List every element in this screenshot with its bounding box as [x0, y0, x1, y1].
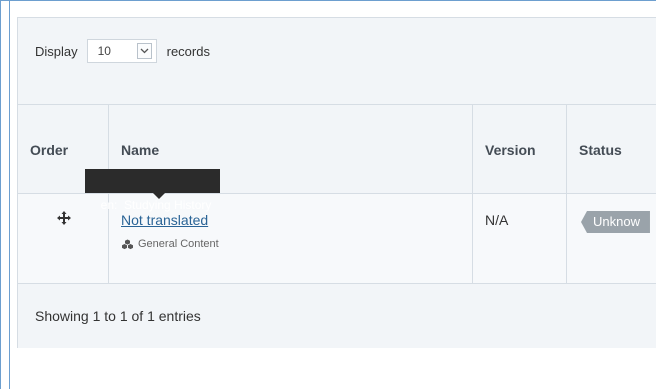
frame-divider — [9, 0, 10, 389]
column-divider — [566, 105, 567, 193]
content-type: General Content — [121, 238, 219, 250]
move-arrows-icon[interactable] — [56, 210, 72, 226]
header-status[interactable]: Status — [579, 142, 622, 158]
page-length-control: Display 10 records — [35, 39, 210, 63]
cubes-icon — [122, 239, 133, 249]
tooltip-text: en: Studying History — [100, 198, 212, 212]
records-per-page-value: 10 — [97, 44, 111, 58]
content-type-label: General Content — [138, 238, 219, 250]
column-divider — [566, 194, 567, 283]
status-badge: Unknow — [581, 211, 650, 233]
header-name[interactable]: Name — [121, 142, 159, 158]
records-label: records — [166, 43, 210, 59]
chevron-down-icon[interactable] — [136, 43, 152, 59]
tooltip: en: Studying History — [85, 169, 221, 212]
table-info: Showing 1 to 1 of 1 entries — [35, 308, 201, 324]
version-value: N/A — [485, 212, 509, 228]
header-version[interactable]: Version — [485, 142, 536, 158]
column-divider — [472, 194, 473, 283]
records-per-page-select[interactable]: 10 — [86, 39, 157, 63]
column-divider — [472, 105, 473, 193]
header-order[interactable]: Order — [30, 142, 68, 158]
tooltip-arrow — [153, 193, 165, 199]
display-label: Display — [35, 43, 78, 59]
